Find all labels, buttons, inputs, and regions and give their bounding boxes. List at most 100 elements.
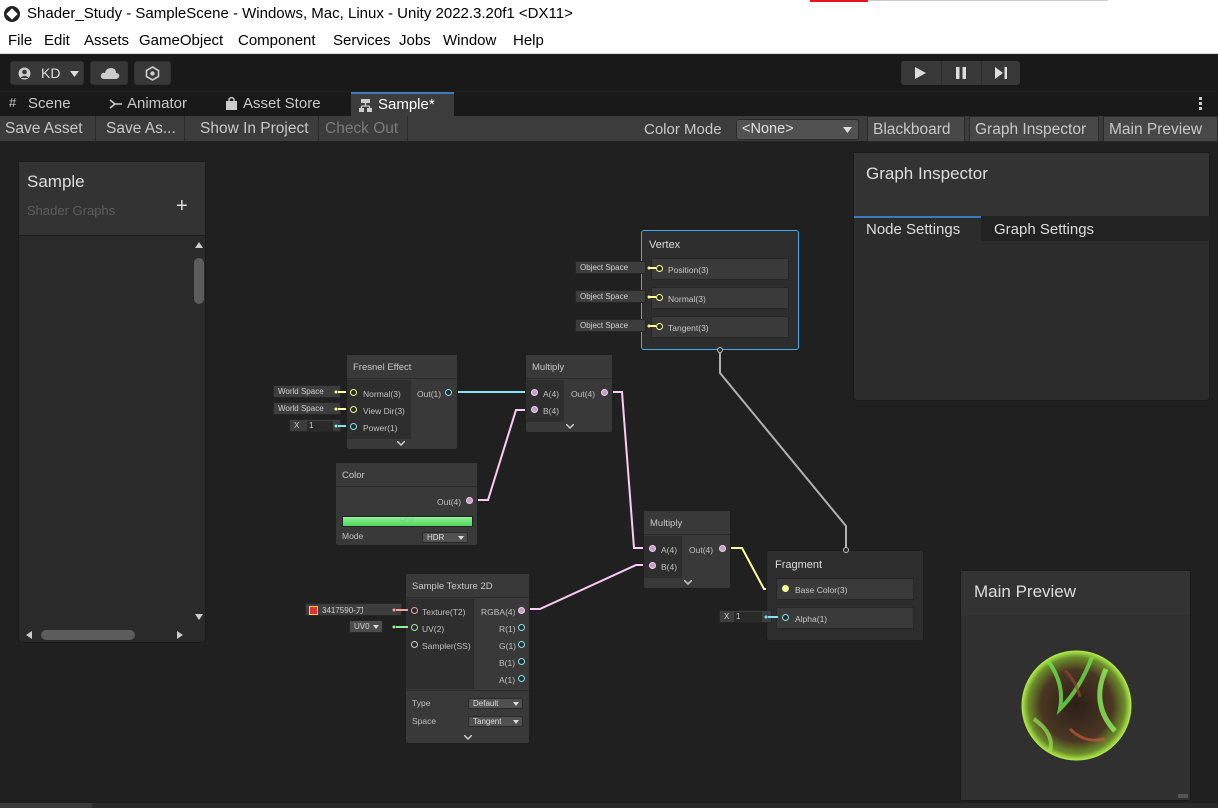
hscroll-thumb[interactable] — [41, 630, 135, 640]
sample-texture-2d-node[interactable]: Sample Texture 2D Texture(T2) UV(2) Samp… — [405, 573, 530, 744]
menu-window[interactable]: Window — [443, 32, 496, 49]
uv-input-port[interactable] — [411, 624, 418, 631]
multiply2-out-port[interactable] — [719, 545, 726, 552]
vertex-tangent-port[interactable] — [656, 323, 663, 330]
fresnel-viewdir-space-chip[interactable]: World Space — [273, 402, 341, 415]
main-preview-toggle[interactable]: Main Preview — [1103, 116, 1218, 142]
collab-button[interactable] — [134, 61, 171, 85]
tab-asset-store[interactable]: Asset Store — [223, 92, 333, 116]
vertex-position-block[interactable]: Position(3) — [651, 258, 789, 280]
type-select[interactable]: Default — [468, 698, 523, 709]
vertex-normal-space-chip[interactable]: Object Space — [575, 290, 646, 303]
save-as-button[interactable]: Save As... — [101, 116, 185, 142]
menu-file[interactable]: File — [8, 32, 32, 49]
multiply1-out-port[interactable] — [601, 389, 608, 396]
alpha-block[interactable]: Alpha(1) — [776, 607, 914, 629]
menu-assets[interactable]: Assets — [84, 32, 129, 49]
scroll-down-icon[interactable] — [195, 614, 203, 620]
base-color-port[interactable] — [782, 585, 789, 592]
color-mode-select[interactable]: HDR — [422, 532, 468, 543]
show-in-project-button[interactable]: Show In Project — [195, 116, 319, 142]
tab-menu-kebab-icon[interactable] — [1199, 97, 1202, 111]
pause-button[interactable] — [941, 61, 980, 85]
color-out-port[interactable] — [466, 497, 473, 504]
cloud-button[interactable] — [90, 61, 128, 85]
color-swatch[interactable]: HDR — [342, 516, 473, 527]
graph-canvas[interactable]: Sample Shader Graphs + Vertex Position(3… — [0, 143, 1218, 808]
tab-graph-settings[interactable]: Graph Settings — [981, 216, 1210, 241]
uv-channel-chip[interactable]: UV0 — [349, 620, 383, 633]
menu-services[interactable]: Services — [333, 32, 391, 49]
menu-gameobject[interactable]: GameObject — [139, 32, 223, 49]
fresnel-normal-space-chip[interactable]: World Space — [273, 385, 341, 398]
fresnel-power-port[interactable] — [350, 423, 357, 430]
vertex-flow-out-port[interactable] — [717, 347, 723, 353]
save-asset-button[interactable]: Save Asset — [0, 116, 96, 142]
base-color-block[interactable]: Base Color(3) — [776, 578, 914, 600]
menu-component[interactable]: Component — [238, 32, 316, 49]
multiply-node-2[interactable]: Multiply A(4) B(4) Out(4) — [643, 510, 731, 589]
vertex-normal-port[interactable] — [656, 294, 663, 301]
vertex-position-port[interactable] — [656, 265, 663, 272]
multiply-node-1[interactable]: Multiply A(4) B(4) Out(4) — [525, 354, 613, 433]
chevron-down-icon[interactable] — [684, 580, 692, 585]
graph-inspector-toggle[interactable]: Graph Inspector — [969, 116, 1099, 142]
vscroll-thumb[interactable] — [194, 258, 204, 304]
account-dropdown[interactable]: KD — [10, 61, 84, 85]
play-button[interactable] — [901, 61, 940, 85]
scroll-right-icon[interactable] — [177, 631, 183, 639]
tab-animator[interactable]: Animator — [106, 92, 216, 116]
alpha-value[interactable]: 1 — [734, 612, 762, 622]
vertex-tangent-block[interactable]: Tangent(3) — [651, 316, 789, 338]
fragment-flow-in-port[interactable] — [843, 547, 849, 553]
a-output-port[interactable] — [518, 675, 525, 682]
multiply1-a-port[interactable] — [531, 389, 538, 396]
tab-node-settings[interactable]: Node Settings — [854, 216, 981, 241]
vertex-context[interactable]: Vertex Position(3) Normal(3) Tangent(3) — [641, 230, 799, 350]
rgba-output-port[interactable] — [518, 607, 525, 614]
chevron-down-icon[interactable] — [397, 441, 405, 446]
fragment-context[interactable]: Fragment Base Color(3) Alpha(1) — [766, 550, 924, 641]
chevron-down-icon[interactable] — [464, 735, 472, 740]
fresnel-viewdir-port[interactable] — [350, 406, 357, 413]
menu-jobs[interactable]: Jobs — [399, 32, 431, 49]
multiply2-a-port[interactable] — [649, 545, 656, 552]
g-output-port[interactable] — [518, 641, 525, 648]
vertex-tangent-space-chip[interactable]: Object Space — [575, 319, 646, 332]
resize-grip-icon[interactable] — [1178, 794, 1188, 798]
blackboard-vscrollbar[interactable] — [193, 238, 205, 626]
r-output-port[interactable] — [518, 624, 525, 631]
texture-asset-chip[interactable]: 3417590-刀 — [305, 603, 402, 616]
texture-input-port[interactable] — [411, 607, 418, 614]
fresnel-out-port[interactable] — [445, 389, 452, 396]
blackboard-hscrollbar[interactable] — [19, 628, 193, 642]
power-value[interactable]: 1 — [307, 421, 333, 431]
fresnel-normal-port[interactable] — [350, 389, 357, 396]
chevron-down-icon[interactable] — [566, 424, 574, 429]
color-mode-dropdown[interactable]: <None> — [736, 119, 859, 140]
vertex-normal-block[interactable]: Normal(3) — [651, 287, 789, 309]
vertex-position-space-chip[interactable]: Object Space — [575, 261, 646, 274]
menu-help[interactable]: Help — [513, 32, 544, 49]
space-select[interactable]: Tangent — [468, 716, 523, 727]
color-node[interactable]: Color Out(4) HDR Mode HDR — [335, 462, 478, 546]
multiply2-b-port[interactable] — [649, 562, 656, 569]
alpha-port[interactable] — [782, 614, 789, 621]
blackboard-toggle[interactable]: Blackboard — [867, 116, 965, 142]
add-property-button[interactable]: + — [176, 195, 188, 218]
fresnel-effect-node[interactable]: Fresnel Effect Normal(3) View Dir(3) Pow… — [346, 354, 458, 450]
b-output-port[interactable] — [518, 658, 525, 665]
tab-scene[interactable]: # Scene — [6, 92, 82, 116]
step-button[interactable] — [981, 61, 1020, 85]
tab-sample[interactable]: Sample* — [351, 92, 454, 116]
menu-edit[interactable]: Edit — [44, 32, 70, 49]
preview-sphere[interactable] — [1020, 649, 1133, 762]
multiply1-a-label: A(4) — [543, 389, 560, 399]
preview-viewport[interactable] — [961, 615, 1190, 800]
check-out-button[interactable]: Check Out — [320, 116, 408, 142]
scroll-up-icon[interactable] — [195, 242, 203, 248]
fresnel-viewdir-label: View Dir(3) — [363, 406, 405, 416]
sampler-input-port[interactable] — [411, 641, 418, 648]
multiply1-b-port[interactable] — [531, 406, 538, 413]
scroll-left-icon[interactable] — [26, 631, 32, 639]
